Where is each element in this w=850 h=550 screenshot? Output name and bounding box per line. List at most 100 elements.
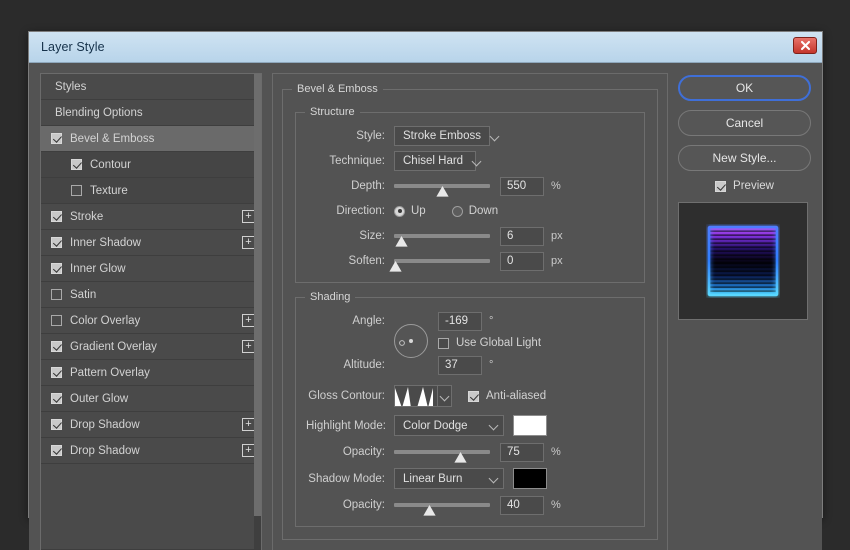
preview-checkbox[interactable] xyxy=(715,181,726,192)
sidebar-item-label: Drop Shadow xyxy=(70,419,242,431)
highlight-opacity-slider[interactable] xyxy=(394,442,490,462)
angle-input[interactable]: -169 xyxy=(438,312,482,331)
sidebar-item-satin[interactable]: Satin xyxy=(41,282,261,308)
sidebar-item-label: Pattern Overlay xyxy=(70,367,255,379)
size-unit: px xyxy=(551,230,567,242)
altitude-unit: ° xyxy=(489,359,505,371)
shadow-opacity-unit: % xyxy=(551,499,567,511)
angle-altitude-labels: Angle: Altitude: xyxy=(306,310,394,376)
highlight-mode-row: Highlight Mode: Color Dodge xyxy=(306,413,634,438)
technique-select[interactable]: Chisel Hard xyxy=(394,151,476,171)
effect-enable-checkbox[interactable] xyxy=(51,237,62,248)
close-button[interactable] xyxy=(793,37,817,54)
soften-input[interactable]: 0 xyxy=(500,252,544,271)
styles-list-scrollbar[interactable] xyxy=(254,74,261,549)
gloss-contour-control[interactable] xyxy=(394,385,452,407)
slider-track xyxy=(394,259,490,263)
sidebar-item-styles[interactable]: Styles xyxy=(41,74,261,100)
sidebar-item-bevel-emboss[interactable]: Bevel & Emboss xyxy=(41,126,261,152)
effect-enable-checkbox[interactable] xyxy=(51,341,62,352)
effect-enable-checkbox[interactable] xyxy=(51,367,62,378)
close-x-icon xyxy=(800,40,811,51)
size-slider[interactable] xyxy=(394,226,490,246)
sidebar-item-outer-glow[interactable]: Outer Glow xyxy=(41,386,261,412)
sidebar-item-blending-options[interactable]: Blending Options xyxy=(41,100,261,126)
shadow-opacity-row: Opacity: 40 % xyxy=(306,494,634,516)
new-style-button[interactable]: New Style... xyxy=(678,145,811,171)
effect-enable-checkbox[interactable] xyxy=(51,393,62,404)
sidebar-item-label: Inner Glow xyxy=(70,263,255,275)
slider-knob[interactable] xyxy=(436,184,449,195)
effect-enable-checkbox[interactable] xyxy=(51,211,62,222)
anti-aliased-checkbox[interactable] xyxy=(468,391,479,402)
slider-knob[interactable] xyxy=(389,259,402,270)
highlight-mode-select[interactable]: Color Dodge xyxy=(394,415,504,436)
effect-enable-checkbox[interactable] xyxy=(71,185,82,196)
scrollbar-thumb[interactable] xyxy=(254,74,261,516)
effect-enable-checkbox[interactable] xyxy=(51,419,62,430)
sidebar-item-texture[interactable]: Texture xyxy=(41,178,261,204)
sidebar-item-label: Outer Glow xyxy=(70,393,255,405)
sidebar-item-contour[interactable]: Contour xyxy=(41,152,261,178)
size-label: Size: xyxy=(306,230,394,242)
slider-track xyxy=(394,503,490,507)
altitude-input[interactable]: 37 xyxy=(438,356,482,375)
sidebar-item-drop-shadow[interactable]: Drop Shadow+ xyxy=(41,438,261,464)
effect-enable-checkbox[interactable] xyxy=(51,315,62,326)
cancel-button[interactable]: Cancel xyxy=(678,110,811,136)
effect-enable-checkbox[interactable] xyxy=(51,263,62,274)
depth-input[interactable]: 550 xyxy=(500,177,544,196)
use-global-light-checkbox[interactable] xyxy=(438,338,449,349)
shadow-opacity-input[interactable]: 40 xyxy=(500,496,544,515)
slider-knob[interactable] xyxy=(395,234,408,245)
soften-unit: px xyxy=(551,255,567,267)
chevron-down-icon xyxy=(473,157,482,166)
angle-altitude-fields: -169 ° Use Global Light 37 ° xyxy=(438,310,541,376)
sidebar-item-label: Color Overlay xyxy=(70,315,242,327)
dialog-titlebar[interactable]: Layer Style xyxy=(29,32,822,63)
shadow-opacity-slider[interactable] xyxy=(394,495,490,515)
gloss-contour-dropdown-icon[interactable] xyxy=(438,385,452,407)
effect-enable-checkbox[interactable] xyxy=(51,289,62,300)
sidebar-item-inner-shadow[interactable]: Inner Shadow+ xyxy=(41,230,261,256)
shadow-color-swatch[interactable] xyxy=(513,468,547,489)
sidebar-item-label: Gradient Overlay xyxy=(70,341,242,353)
slider-knob[interactable] xyxy=(454,450,467,461)
highlight-opacity-input[interactable]: 75 xyxy=(500,443,544,462)
shadow-mode-select[interactable]: Linear Burn xyxy=(394,468,504,489)
effect-enable-checkbox[interactable] xyxy=(51,445,62,456)
sidebar-item-color-overlay[interactable]: Color Overlay+ xyxy=(41,308,261,334)
sidebar-item-drop-shadow[interactable]: Drop Shadow+ xyxy=(41,412,261,438)
style-select[interactable]: Stroke Emboss xyxy=(394,126,490,146)
structure-group: Structure Style: Stroke Emboss Technique… xyxy=(295,112,645,283)
angle-dial[interactable] xyxy=(394,324,428,358)
highlight-color-swatch[interactable] xyxy=(513,415,547,436)
soften-slider[interactable] xyxy=(394,251,490,271)
sidebar-item-pattern-overlay[interactable]: Pattern Overlay xyxy=(41,360,261,386)
depth-unit: % xyxy=(551,180,567,192)
anti-aliased-label: Anti-aliased xyxy=(486,390,546,402)
depth-slider[interactable] xyxy=(394,176,490,196)
use-global-light-row[interactable]: Use Global Light xyxy=(438,332,541,354)
size-input[interactable]: 6 xyxy=(500,227,544,246)
style-label: Style: xyxy=(306,130,394,142)
slider-knob[interactable] xyxy=(423,503,436,514)
highlight-opacity-row: Opacity: 75 % xyxy=(306,441,634,463)
soften-row: Soften: 0 px xyxy=(306,250,634,272)
sidebar-item-inner-glow[interactable]: Inner Glow xyxy=(41,256,261,282)
styles-list[interactable]: StylesBlending OptionsBevel & EmbossCont… xyxy=(41,74,261,549)
effect-enable-checkbox[interactable] xyxy=(51,133,62,144)
styles-sidebar: StylesBlending OptionsBevel & EmbossCont… xyxy=(40,73,262,550)
gloss-contour-row: Gloss Contour: xyxy=(306,382,634,410)
anti-aliased-row[interactable]: Anti-aliased xyxy=(468,390,546,402)
sidebar-item-gradient-overlay[interactable]: Gradient Overlay+ xyxy=(41,334,261,360)
direction-up-radio[interactable] xyxy=(394,206,405,217)
sidebar-item-stroke[interactable]: Stroke+ xyxy=(41,204,261,230)
shading-group: Shading Angle: Altitude: xyxy=(295,297,645,527)
gloss-contour-thumbnail[interactable] xyxy=(394,385,438,407)
preview-toggle-row[interactable]: Preview xyxy=(678,180,811,192)
dialog-body: StylesBlending OptionsBevel & EmbossCont… xyxy=(29,63,822,550)
effect-enable-checkbox[interactable] xyxy=(71,159,82,170)
ok-button[interactable]: OK xyxy=(678,75,811,101)
direction-down-radio[interactable] xyxy=(452,206,463,217)
